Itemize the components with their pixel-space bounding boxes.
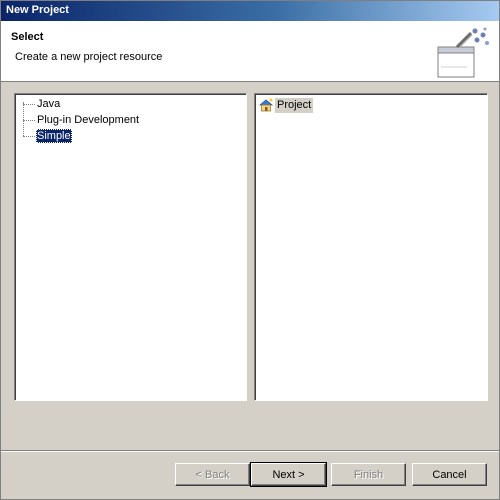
wizard-header: Select Create a new project resource — [1, 21, 499, 82]
tree-branch — [23, 136, 35, 137]
window-title: New Project — [6, 4, 69, 16]
list-item-label: Project — [275, 97, 314, 113]
page-description: Create a new project resource — [15, 51, 163, 63]
category-tree[interactable]: Java Plug-in Development Simple — [14, 93, 247, 401]
back-button[interactable]: < Back — [175, 463, 250, 486]
project-icon — [258, 98, 274, 112]
tree-branch — [23, 120, 35, 121]
title-bar[interactable]: New Project — [1, 1, 499, 21]
wizard-list[interactable]: Project — [254, 93, 488, 401]
new-wizard-icon — [437, 27, 489, 78]
new-project-dialog: New Project Select Create a new project … — [0, 0, 500, 500]
cancel-button[interactable]: Cancel — [412, 463, 487, 486]
list-item-project[interactable]: Project — [258, 97, 314, 113]
next-button[interactable]: Next > — [250, 462, 327, 487]
tree-connector — [23, 102, 24, 136]
tree-item-label: Simple — [36, 129, 72, 143]
tree-branch — [23, 104, 35, 105]
page-title: Select — [11, 31, 44, 43]
tree-item-label: Plug-in Development — [37, 114, 140, 126]
finish-button[interactable]: Finish — [331, 463, 406, 486]
tree-item-label: Java — [37, 98, 61, 110]
button-bar-separator — [1, 450, 499, 452]
